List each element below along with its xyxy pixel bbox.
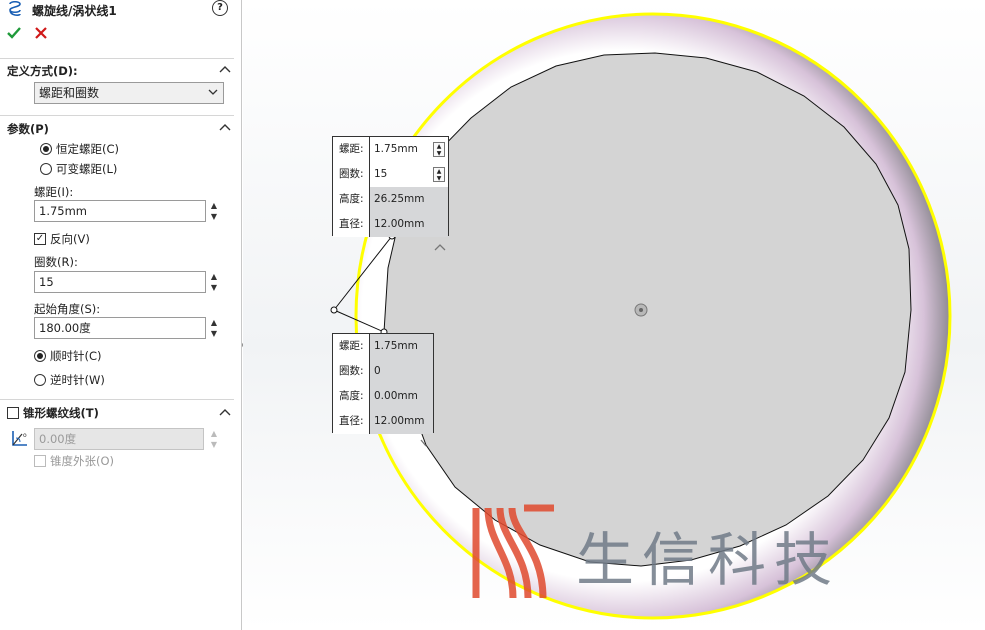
help-icon[interactable]: ? [212, 0, 228, 16]
chevron-up-icon[interactable] [219, 408, 231, 418]
separator [0, 399, 234, 400]
feature-title: 螺旋线/涡状线1 [32, 4, 117, 18]
variable-pitch-label: 可变螺距(L) [56, 162, 118, 176]
callout-diameter-value: 12.00mm [370, 409, 433, 434]
radio-selected-icon [40, 143, 52, 155]
callout-key: 直径: [333, 409, 370, 434]
helix-endpoint-handle[interactable] [330, 306, 338, 314]
pitch-label: 螺距(I): [34, 185, 74, 199]
parameters-section-header[interactable]: 参数(P) [7, 121, 49, 137]
checkbox-unchecked-icon [7, 407, 19, 419]
callout-pitch-stepper[interactable]: ▲ ▼ [433, 142, 445, 157]
ok-button[interactable] [6, 25, 22, 41]
definition-section-header[interactable]: 定义方式(D): [7, 63, 78, 79]
checkbox-unchecked-icon [34, 455, 46, 467]
reverse-label: 反向(V) [50, 232, 90, 246]
definition-method-value: 螺距和圈数 [39, 86, 100, 100]
taper-section-label: 锥形螺纹线(T) [23, 406, 99, 420]
pitch-stepper[interactable]: ▲ ▼ [209, 200, 219, 222]
revolutions-label: 圈数(R): [34, 255, 78, 269]
callout-key: 螺距: [333, 137, 370, 162]
watermark-text: 生信科技 [576, 526, 841, 594]
callout-key: 直径: [333, 212, 370, 237]
taper-angle-icon: o [12, 431, 27, 446]
separator [0, 58, 234, 59]
callout-key: 高度: [333, 187, 370, 212]
chevron-up-icon[interactable] [219, 123, 231, 133]
clockwise-label: 顺时针(C) [50, 349, 102, 363]
callout-key: 高度: [333, 384, 370, 409]
chevron-up-icon[interactable] [219, 65, 231, 75]
start-angle-input[interactable]: 180.00度 [34, 317, 206, 339]
svg-text:o: o [23, 432, 27, 439]
helix-start-callout: 螺距: 1.75mm ▲ ▼ 圈数: 15 ▲ ▼ 高度: 26.25mm 直径: … [332, 136, 449, 237]
separator [0, 115, 234, 116]
pitch-input[interactable]: 1.75mm [34, 200, 206, 222]
chevron-down-icon [208, 85, 218, 106]
callout-key: 圈数: [333, 359, 370, 384]
callout-key: 圈数: [333, 162, 370, 187]
checkbox-checked-icon: ✓ [34, 233, 46, 245]
callout-key: 螺距: [333, 334, 370, 359]
callout-height-value: 0.00mm [370, 384, 433, 409]
counterclockwise-label: 逆时针(W) [50, 373, 105, 387]
taper-outward-label: 锥度外张(O) [50, 454, 115, 468]
sketch-face[interactable] [383, 52, 912, 567]
helix-end-callout: 螺距: 1.75mm 圈数: 0 高度: 0.00mm 直径: 12.00mm [332, 333, 434, 434]
cancel-button[interactable] [33, 25, 49, 41]
start-angle-label: 起始角度(S): [34, 302, 101, 316]
radio-selected-icon [34, 350, 46, 362]
taper-angle-input[interactable]: 0.00度 [34, 428, 204, 450]
callout-diameter-value: 12.00mm [370, 212, 448, 237]
taper-angle-stepper[interactable]: ▲ ▼ [209, 428, 219, 450]
watermark: 生信科技 [458, 503, 958, 603]
property-manager-panel: 螺旋线/涡状线1 ? 定义方式(D): 螺距和圈数 参数(P) 恒定螺距(C) … [0, 0, 242, 630]
feature-titlebar: 螺旋线/涡状线1 ? [0, 0, 242, 20]
callout-revolutions-value: 0 [370, 359, 433, 384]
callout-height-value: 26.25mm [370, 187, 448, 212]
checkmark-icon [7, 27, 21, 39]
radio-unselected-icon [40, 163, 52, 175]
origin-point-center [639, 308, 643, 312]
close-icon [35, 27, 47, 39]
definition-method-select[interactable]: 螺距和圈数 [34, 82, 224, 104]
revolutions-stepper[interactable]: ▲ ▼ [209, 271, 219, 293]
callout-pitch-value: 1.75mm [370, 334, 433, 359]
helix-icon [9, 1, 21, 16]
constant-pitch-label: 恒定螺距(C) [56, 142, 120, 156]
callout-revolutions-stepper[interactable]: ▲ ▼ [433, 167, 445, 182]
radio-unselected-icon [34, 374, 46, 386]
revolutions-input[interactable]: 15 [34, 271, 206, 293]
watermark-logo-icon [472, 504, 554, 599]
start-angle-stepper[interactable]: ▲ ▼ [209, 317, 219, 339]
